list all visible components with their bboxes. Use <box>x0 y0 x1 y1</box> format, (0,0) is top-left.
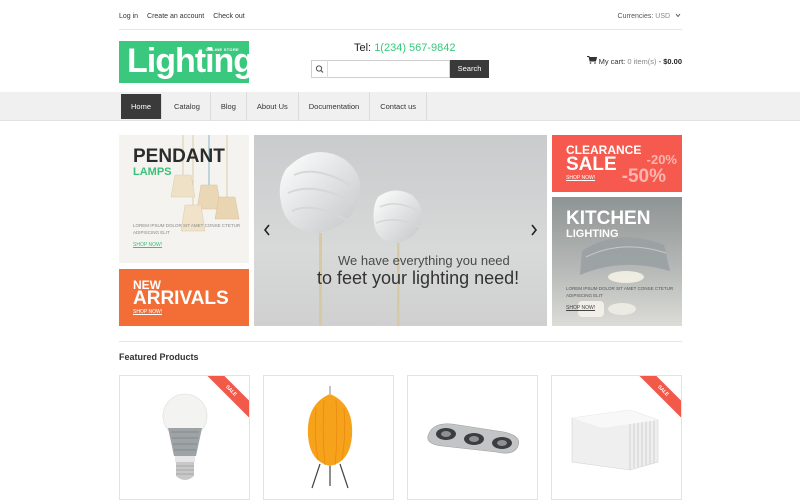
clearance-discount-20: -20% <box>646 152 677 167</box>
search-button[interactable]: Search <box>450 60 489 78</box>
clearance-line2: SALE <box>566 154 617 175</box>
currency-label: Currencies: <box>617 13 654 20</box>
phone-number: 1(234) 567-9842 <box>374 42 456 54</box>
cart-items: 0 item(s) <box>627 57 657 66</box>
clearance-shop-now-link[interactable]: SHOP NOW! <box>566 175 595 181</box>
banner-kitchen-lighting[interactable]: KITCHEN LIGHTING LOREM IPSUM DOLOR SIT A… <box>552 197 682 326</box>
kitchen-subtitle: LIGHTING <box>566 228 619 240</box>
spotlight-bar-image <box>427 423 519 454</box>
product-card[interactable] <box>263 375 394 500</box>
nav-home[interactable]: Home <box>121 94 163 119</box>
nav-documentation[interactable]: Documentation <box>299 92 371 121</box>
header-divider <box>119 29 682 30</box>
section-divider <box>119 341 682 342</box>
kitchen-title: KITCHEN <box>566 208 651 229</box>
search-form: Search <box>311 60 489 78</box>
phone-contact: Tel: 1(234) 567-9842 <box>354 42 456 54</box>
login-link[interactable]: Log in <box>119 13 138 20</box>
banner-clearance-sale[interactable]: -20% -50% CLEARANCE SALE SHOP NOW! <box>552 135 682 192</box>
pendant-shop-now-link[interactable]: SHOP NOW! <box>133 242 162 248</box>
arrivals-line2: ARRIVALS <box>133 288 229 309</box>
nav-blog[interactable]: Blog <box>211 92 247 121</box>
pendant-description: LOREM IPSUM DOLOR SIT AMET CONSE CTETUR … <box>133 223 241 235</box>
top-bar: Log in Create an account Check out Curre… <box>0 0 800 32</box>
chevron-down-icon <box>675 13 681 20</box>
nav-contact-us[interactable]: Contact us <box>370 92 428 121</box>
mini-cart[interactable]: My cart: 0 item(s) - $0.00 <box>586 56 682 66</box>
nav-about-us[interactable]: About Us <box>247 92 299 121</box>
banner-new-arrivals[interactable]: NEW ARRIVALS SHOP NOW! <box>119 269 249 326</box>
cart-separator: - <box>658 57 662 66</box>
slider-caption-line1: We have everything you need <box>338 253 510 268</box>
slider-caption-line2: to feet your lighting need! <box>317 268 520 288</box>
nav-catalog[interactable]: Catalog <box>164 92 211 121</box>
checkout-link[interactable]: Check out <box>213 13 245 20</box>
paper-lamp-image <box>307 386 353 489</box>
banner-pendant-lamps[interactable]: PENDANT LAMPS LOREM IPSUM DOLOR SIT AMET… <box>119 135 249 263</box>
phone-label: Tel: <box>354 42 372 54</box>
account-links: Log in Create an account Check out <box>119 13 252 20</box>
kitchen-description: LOREM IPSUM DOLOR SIT AMET CONSE CTETUR … <box>566 286 674 298</box>
pendant-subtitle: LAMPS <box>133 166 172 178</box>
pendant-title: PENDANT <box>133 146 225 167</box>
kitchen-shop-now-link[interactable]: SHOP NOW! <box>566 305 595 311</box>
slider-prev-arrow[interactable] <box>263 223 271 239</box>
store-logo[interactable]: Lighting ONLINE STORE <box>119 41 254 83</box>
product-card[interactable] <box>407 375 538 500</box>
create-account-link[interactable]: Create an account <box>147 13 204 20</box>
search-icon <box>311 60 328 78</box>
hero-slider[interactable]: We have everything you need to feet your… <box>254 135 547 326</box>
cart-icon <box>586 56 599 66</box>
white-lamps-image <box>279 151 422 326</box>
main-nav: Home Catalog Blog About Us Documentation… <box>119 92 428 121</box>
arrivals-shop-now-link[interactable]: SHOP NOW! <box>133 309 162 315</box>
main-navbar: Home Catalog Blog About Us Documentation… <box>0 92 800 121</box>
product-card[interactable]: SALE <box>119 375 250 500</box>
currency-selector[interactable]: Currencies: USD <box>618 13 681 20</box>
product-card[interactable]: SALE <box>551 375 682 500</box>
clearance-discount-50: -50% <box>621 166 666 187</box>
wall-lamp-image <box>571 409 659 471</box>
featured-products-heading: Featured Products <box>119 352 199 362</box>
led-bulb-image <box>162 393 208 480</box>
cart-label: My cart: <box>598 57 626 66</box>
slider-next-arrow[interactable] <box>530 223 538 239</box>
search-input[interactable] <box>311 60 450 78</box>
currency-value: USD <box>655 13 671 20</box>
cart-total: $0.00 <box>663 57 682 66</box>
logo-tagline: ONLINE STORE <box>205 47 239 52</box>
